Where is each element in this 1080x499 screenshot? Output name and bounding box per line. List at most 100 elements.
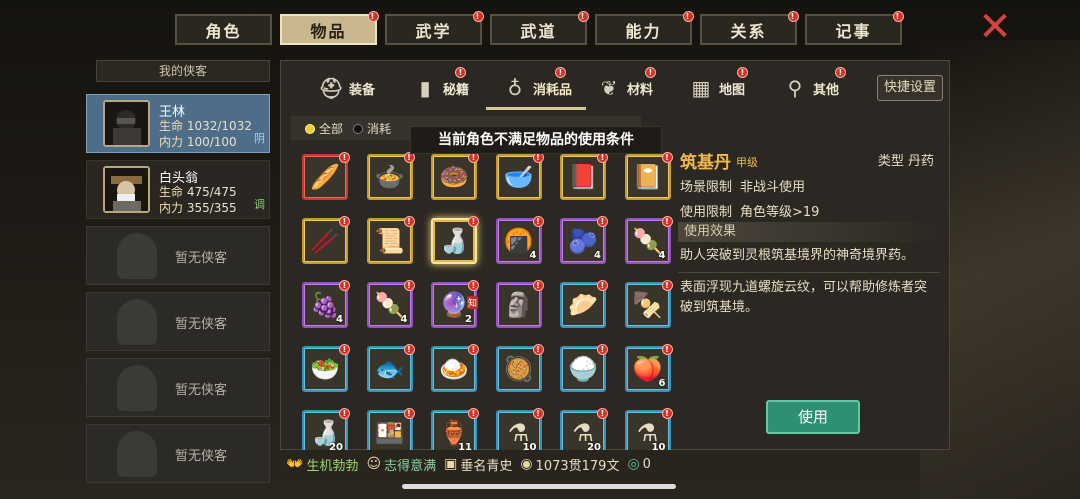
quick-settings-button[interactable]: 快捷设置 xyxy=(877,75,943,101)
item-detail: 筑基丹 甲级 类型 丹药 场景限制 非战斗使用 使用限制 角色等级>19 使用效果 … xyxy=(672,140,942,440)
notification-badge: ! xyxy=(661,280,673,291)
item-slot[interactable]: 🥣! xyxy=(495,152,544,200)
item-slot[interactable]: 🥢! xyxy=(302,216,350,264)
item-slot[interactable]: 🍩! xyxy=(431,152,479,200)
notification-badge: ! xyxy=(403,408,415,419)
item-slot[interactable]: 🍘! 4 xyxy=(495,216,544,264)
status-mood: ☺ 志得意满 xyxy=(366,455,436,474)
hero-tag: 阴 xyxy=(254,132,265,145)
status-label: 垂名青史 xyxy=(460,458,513,474)
herb-icon: ❦ xyxy=(600,76,618,100)
item-slot[interactable]: 🍶! 20 xyxy=(302,408,350,450)
empty-hero-slot[interactable]: 暂无侠客 xyxy=(86,424,270,483)
filter-consumable[interactable]: 消耗 xyxy=(353,120,391,137)
hero-card-0[interactable]: 王林 生命 1032/1032 内力 100/100 阴 xyxy=(86,94,270,153)
item-slot[interactable]: 📕! xyxy=(560,152,608,200)
item-slot[interactable]: 🍱! xyxy=(366,408,415,450)
item-icon: 🗿 xyxy=(503,291,534,319)
top-tab-6[interactable]: 记事! xyxy=(805,11,904,45)
scene-restriction: 场景限制 非战斗使用 xyxy=(680,180,806,195)
coin-icon: ◉ xyxy=(520,456,533,472)
item-count: 2 xyxy=(465,314,472,325)
item-slot[interactable]: 🍲! xyxy=(366,152,415,200)
use-restriction: 使用限制 角色等级>19 xyxy=(680,205,820,220)
use-button[interactable]: 使用 xyxy=(766,400,860,434)
tab-equipment[interactable]: ⛑ 装备 xyxy=(318,69,375,107)
notification-badge: ! xyxy=(403,280,415,291)
item-slot[interactable]: 🍇! 4 xyxy=(302,280,350,328)
empty-hero-slot[interactable]: 暂无侠客 xyxy=(86,226,270,285)
silhouette-icon xyxy=(117,365,157,411)
face-icon: ☺ xyxy=(366,456,382,472)
tab-consumables[interactable]: ♁ 消耗品! xyxy=(503,67,572,107)
notification-badge: ! xyxy=(661,216,673,227)
item-slot[interactable]: ⚗! 10 xyxy=(624,408,673,450)
item-slot[interactable]: 📜! xyxy=(366,216,415,264)
notification-badge: ! xyxy=(788,11,799,22)
status-label: 志得意满 xyxy=(384,458,437,474)
empty-hero-slot[interactable]: 暂无侠客 xyxy=(86,358,270,417)
item-icon: 🥗 xyxy=(310,355,340,383)
notification-badge: ! xyxy=(403,216,415,227)
item-slot[interactable]: 🍑! 6 xyxy=(624,344,673,392)
tab-label: 地图 xyxy=(719,82,746,98)
notification-badge: ! xyxy=(339,152,350,163)
notification-badge: ! xyxy=(661,152,673,163)
tab-label: 其他 xyxy=(813,82,840,98)
item-slot[interactable]: 🍡! 4 xyxy=(366,280,415,328)
item-slot[interactable]: 🍚! xyxy=(560,344,608,392)
status-label: 生机勃勃 xyxy=(306,458,359,474)
item-count: 11 xyxy=(458,442,472,450)
item-icon: 🍢 xyxy=(632,291,663,319)
hands-icon: 👐 xyxy=(286,456,304,472)
item-slot[interactable]: 🍡! 4 xyxy=(624,216,673,264)
item-slot[interactable]: ⚗! 20 xyxy=(560,408,608,450)
home-indicator[interactable] xyxy=(402,484,676,489)
item-slot[interactable]: 🔮! 2 知 xyxy=(431,280,479,328)
item-slot[interactable]: 📔! xyxy=(624,152,673,200)
top-tab-label: 记事 xyxy=(835,21,872,41)
top-tab-1[interactable]: 物品! xyxy=(280,11,379,45)
top-tab-5[interactable]: 关系! xyxy=(700,11,799,45)
item-description: 表面浮现九道螺旋云纹，可以帮助修炼者突破到筑基境。 xyxy=(680,280,928,315)
hero-card-1[interactable]: 白头翁 生命 475/475 内力 355/355 调 xyxy=(86,160,270,219)
notification-badge: ! xyxy=(339,280,350,291)
notification-badge: ! xyxy=(835,67,846,78)
item-slot[interactable]: 🗿! xyxy=(495,280,544,328)
item-icon: 📕 xyxy=(568,163,598,191)
notification-badge: ! xyxy=(455,67,466,78)
item-slot[interactable]: 🥖! xyxy=(302,152,350,200)
top-tab-2[interactable]: 武学! xyxy=(385,11,484,45)
item-icon: 🥣 xyxy=(503,163,534,191)
item-slot[interactable]: 🥗! xyxy=(302,344,350,392)
hero-mp: 内力 100/100 xyxy=(159,135,237,149)
silhouette-icon xyxy=(117,431,157,477)
item-name: 筑基丹 xyxy=(680,153,731,173)
top-tab-4[interactable]: 能力! xyxy=(595,11,694,45)
close-icon[interactable]: ✕ xyxy=(975,7,1015,47)
item-type: 类型 丹药 xyxy=(877,154,934,169)
item-grid: 🥖! 🍲! 🍩! 🥣! 📕! 📔! 🥢! 📜! 🍶! 🍘! 4 🫐! 4 🍡! 4 🍇! 4 🍡! 4 🔮! 2 知 🗿! 🥟… xyxy=(298,150,678,450)
item-slot[interactable]: 🍛! xyxy=(431,344,479,392)
tab-manuals[interactable]: ▮ 秘籍! xyxy=(413,67,469,107)
item-slot[interactable]: 🥟! xyxy=(560,280,608,328)
tab-other[interactable]: ⚲ 其他! xyxy=(783,67,846,107)
top-tab-label: 关系 xyxy=(730,21,767,41)
tab-map[interactable]: ▦ 地图! xyxy=(689,67,748,107)
item-count: 4 xyxy=(529,250,537,261)
item-slot[interactable]: 🍢! xyxy=(624,280,673,328)
item-icon: 🍱 xyxy=(374,419,405,447)
top-tab-0[interactable]: 角色 xyxy=(175,14,272,45)
empty-hero-slot[interactable]: 暂无侠客 xyxy=(86,292,270,351)
item-slot[interactable]: 🍶! xyxy=(431,216,479,264)
filter-all[interactable]: 全部 xyxy=(305,120,343,137)
item-icon: 🍩 xyxy=(439,163,469,191)
item-slot[interactable]: 🐟! xyxy=(366,344,415,392)
item-slot[interactable]: ⚗! 10 xyxy=(495,408,544,450)
tab-materials[interactable]: ❦ 材料! xyxy=(597,67,656,107)
notification-badge: ! xyxy=(893,11,904,22)
item-slot[interactable]: 🥘! xyxy=(495,344,544,392)
top-tab-3[interactable]: 武道! xyxy=(490,11,589,45)
item-slot[interactable]: 🏺! 11 xyxy=(431,408,479,450)
item-slot[interactable]: 🫐! 4 xyxy=(560,216,608,264)
